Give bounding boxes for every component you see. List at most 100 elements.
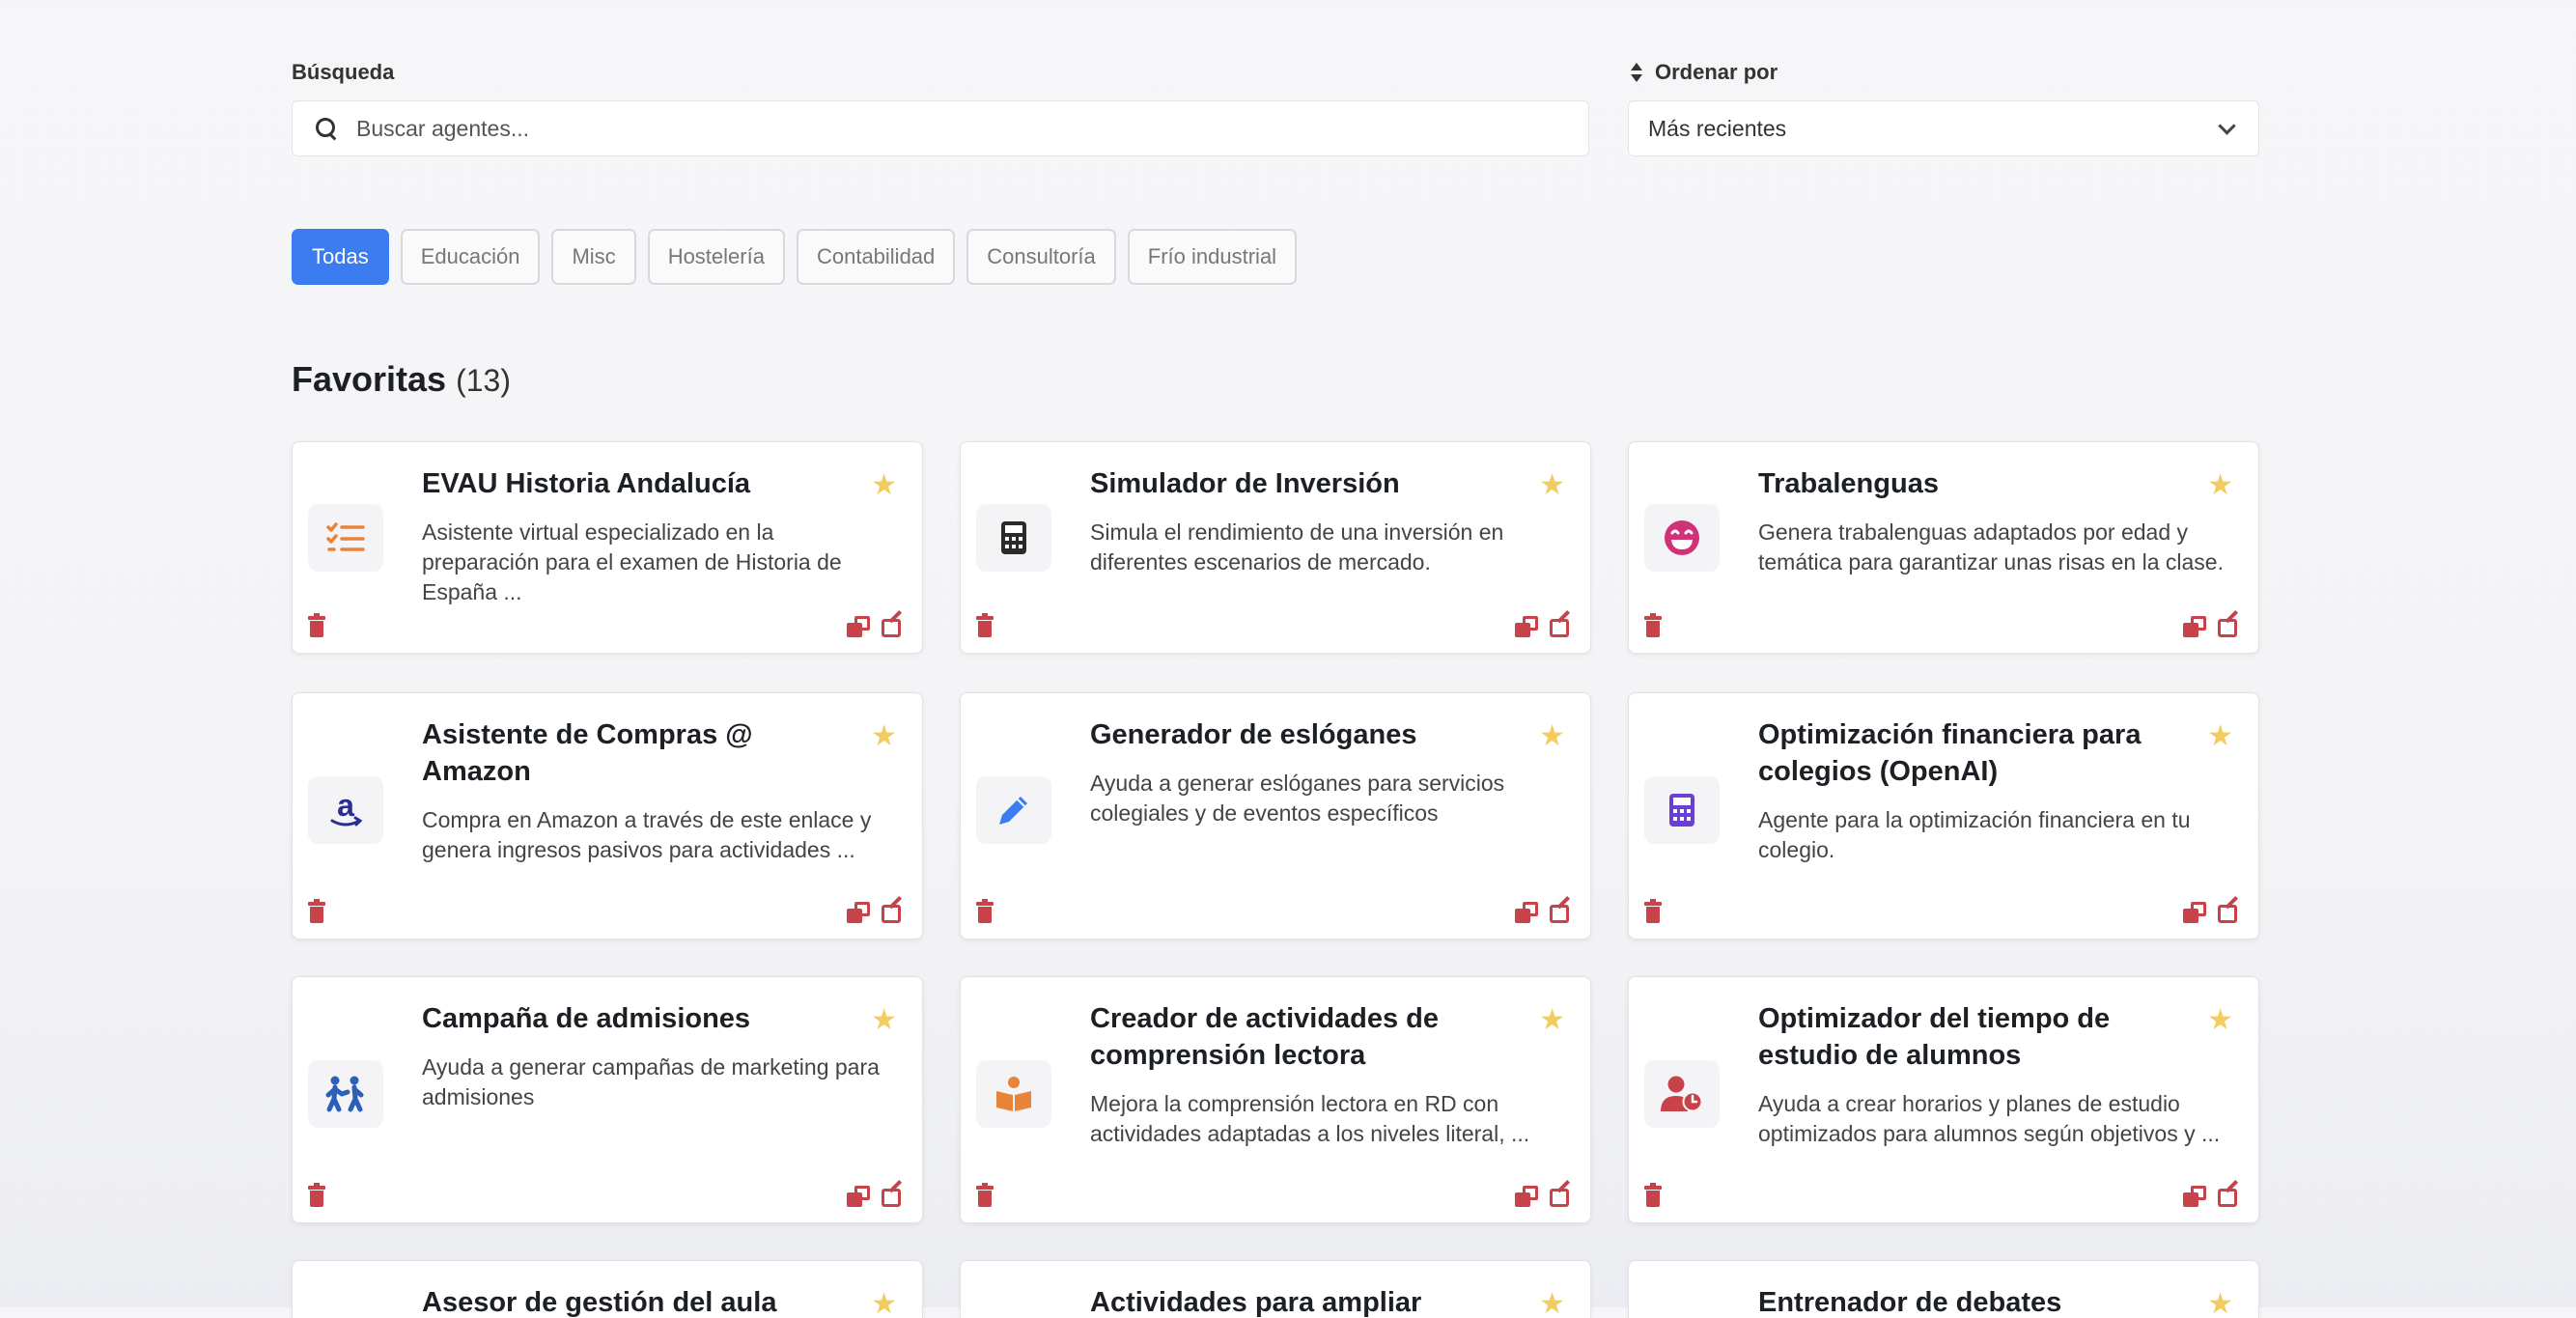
sort-label: Ordenar por	[1630, 60, 1778, 85]
agent-description: Ayuda a crear horarios y planes de estud…	[1758, 1091, 2221, 1146]
duplicate-icon[interactable]	[847, 902, 870, 923]
list-check-icon	[308, 504, 383, 572]
section-title: Favoritas (13)	[292, 359, 511, 400]
edit-icon[interactable]	[1550, 609, 1573, 637]
search-input[interactable]	[354, 114, 1517, 143]
agent-title: Trabalenguas	[1758, 468, 1939, 499]
agent-card[interactable]: Creador de actividades de comprensión le…	[960, 976, 1591, 1223]
agent-description: Ayuda a generar eslóganes para servicios…	[1090, 771, 1505, 826]
agent-description: Asistente virtual especializado en la pr…	[422, 519, 842, 604]
trash-icon[interactable]	[1644, 1183, 1662, 1207]
agent-title: Optimización financiera para colegios (O…	[1758, 719, 2142, 787]
duplicate-icon[interactable]	[2183, 1186, 2206, 1207]
agent-card[interactable]: Actividades para ampliar ★	[960, 1260, 1591, 1318]
search-icon	[316, 118, 337, 141]
book-reader-icon	[976, 1060, 1051, 1128]
star-icon[interactable]: ★	[2207, 722, 2233, 751]
agent-card[interactable]: Asesor de gestión del aula ★	[292, 1260, 923, 1318]
duplicate-icon[interactable]	[2183, 616, 2206, 637]
sort-selected-value: Más recientes	[1648, 115, 1787, 141]
agent-card[interactable]: Optimización financiera para colegios (O…	[1628, 692, 2259, 939]
edit-icon[interactable]	[882, 895, 905, 923]
calculator-icon	[976, 504, 1051, 572]
edit-icon[interactable]	[882, 609, 905, 637]
duplicate-icon[interactable]	[2183, 902, 2206, 923]
agent-card[interactable]: Campaña de admisiones Ayuda a generar ca…	[292, 976, 923, 1223]
edit-icon[interactable]	[2218, 895, 2241, 923]
user-clock-icon	[1644, 1060, 1720, 1128]
svg-text:a: a	[337, 791, 354, 823]
agent-card[interactable]: EVAU Historia Andalucía Asistente virtua…	[292, 441, 923, 654]
duplicate-icon[interactable]	[1515, 1186, 1538, 1207]
duplicate-icon[interactable]	[847, 1186, 870, 1207]
star-icon[interactable]: ★	[871, 471, 897, 500]
sort-label-text: Ordenar por	[1655, 60, 1778, 84]
category-chip-misc[interactable]: Misc	[551, 229, 636, 285]
agent-description: Compra en Amazon a través de este enlace…	[422, 807, 872, 862]
edit-icon[interactable]	[2218, 609, 2241, 637]
sort-select[interactable]: Más recientes	[1628, 100, 2259, 156]
laughing-face-icon	[1644, 504, 1720, 572]
edit-icon[interactable]	[2218, 1179, 2241, 1207]
agent-description: Simula el rendimiento de una inversión e…	[1090, 519, 1504, 575]
category-chip-hosteleria[interactable]: Hostelería	[647, 229, 785, 285]
agent-card[interactable]: Entrenador de debates ★	[1628, 1260, 2259, 1318]
agent-description: Agente para la optimización financiera e…	[1758, 807, 2191, 862]
agent-title: Creador de actividades de comprensión le…	[1090, 1003, 1440, 1071]
category-chip-todas[interactable]: Todas	[292, 229, 389, 285]
trash-icon[interactable]	[976, 899, 994, 923]
star-icon[interactable]: ★	[1539, 1290, 1565, 1318]
trash-icon[interactable]	[308, 613, 325, 637]
trash-icon[interactable]	[1644, 899, 1662, 923]
agent-title: Campaña de admisiones	[422, 1003, 751, 1034]
edit-icon[interactable]	[1550, 1179, 1573, 1207]
category-chip-consultoria[interactable]: Consultoría	[966, 229, 1116, 285]
star-icon[interactable]: ★	[2207, 1006, 2233, 1035]
agent-title: Simulador de Inversión	[1090, 468, 1400, 499]
agent-description: Genera trabalenguas adaptados por edad y…	[1758, 519, 2224, 575]
edit-icon[interactable]	[1550, 895, 1573, 923]
duplicate-icon[interactable]	[1515, 616, 1538, 637]
star-icon[interactable]: ★	[871, 722, 897, 751]
amazon-icon: a	[308, 776, 383, 844]
search-bar[interactable]	[292, 100, 1589, 156]
agent-card[interactable]: Simulador de Inversión Simula el rendimi…	[960, 441, 1591, 654]
agent-card[interactable]: Trabalenguas Genera trabalenguas adaptad…	[1628, 441, 2259, 654]
category-chip-frio-industrial[interactable]: Frío industrial	[1127, 229, 1298, 285]
section-title-text: Favoritas	[292, 359, 447, 399]
trash-icon[interactable]	[976, 613, 994, 637]
edit-icon[interactable]	[882, 1179, 905, 1207]
trash-icon[interactable]	[976, 1183, 994, 1207]
category-chip-educacion[interactable]: Educación	[400, 229, 541, 285]
calculator-icon	[1644, 776, 1720, 844]
sort-icon	[1630, 62, 1643, 83]
trash-icon[interactable]	[1644, 613, 1662, 637]
category-chip-contabilidad[interactable]: Contabilidad	[796, 229, 956, 285]
agent-title: Actividades para ampliar	[1090, 1287, 1422, 1318]
pencil-icon	[976, 776, 1051, 844]
category-filter: Todas Educación Misc Hostelería Contabil…	[292, 229, 1298, 285]
agent-title: Asistente de Compras @ Amazon	[422, 719, 753, 787]
trash-icon[interactable]	[308, 1183, 325, 1207]
agent-title: Optimizador del tiempo de estudio de alu…	[1758, 1003, 2111, 1071]
favorites-count: (13)	[456, 363, 511, 398]
duplicate-icon[interactable]	[1515, 902, 1538, 923]
search-label: Búsqueda	[292, 60, 395, 84]
agent-card[interactable]: a Asistente de Compras @ Amazon Compra e…	[292, 692, 923, 939]
agent-description: Mejora la comprensión lectora en RD con …	[1090, 1091, 1530, 1146]
people-walking-icon	[308, 1060, 383, 1128]
star-icon[interactable]: ★	[871, 1290, 897, 1318]
duplicate-icon[interactable]	[847, 616, 870, 637]
agent-title: EVAU Historia Andalucía	[422, 468, 751, 499]
agent-title: Generador de eslóganes	[1090, 719, 1417, 750]
star-icon[interactable]: ★	[2207, 471, 2233, 500]
trash-icon[interactable]	[308, 899, 325, 923]
chevron-down-icon	[2218, 116, 2236, 135]
agent-card[interactable]: Optimizador del tiempo de estudio de alu…	[1628, 976, 2259, 1223]
star-icon[interactable]: ★	[2207, 1290, 2233, 1318]
agent-card[interactable]: Generador de eslóganes Ayuda a generar e…	[960, 692, 1591, 939]
star-icon[interactable]: ★	[1539, 471, 1565, 500]
star-icon[interactable]: ★	[1539, 1006, 1565, 1035]
star-icon[interactable]: ★	[871, 1006, 897, 1035]
star-icon[interactable]: ★	[1539, 722, 1565, 751]
